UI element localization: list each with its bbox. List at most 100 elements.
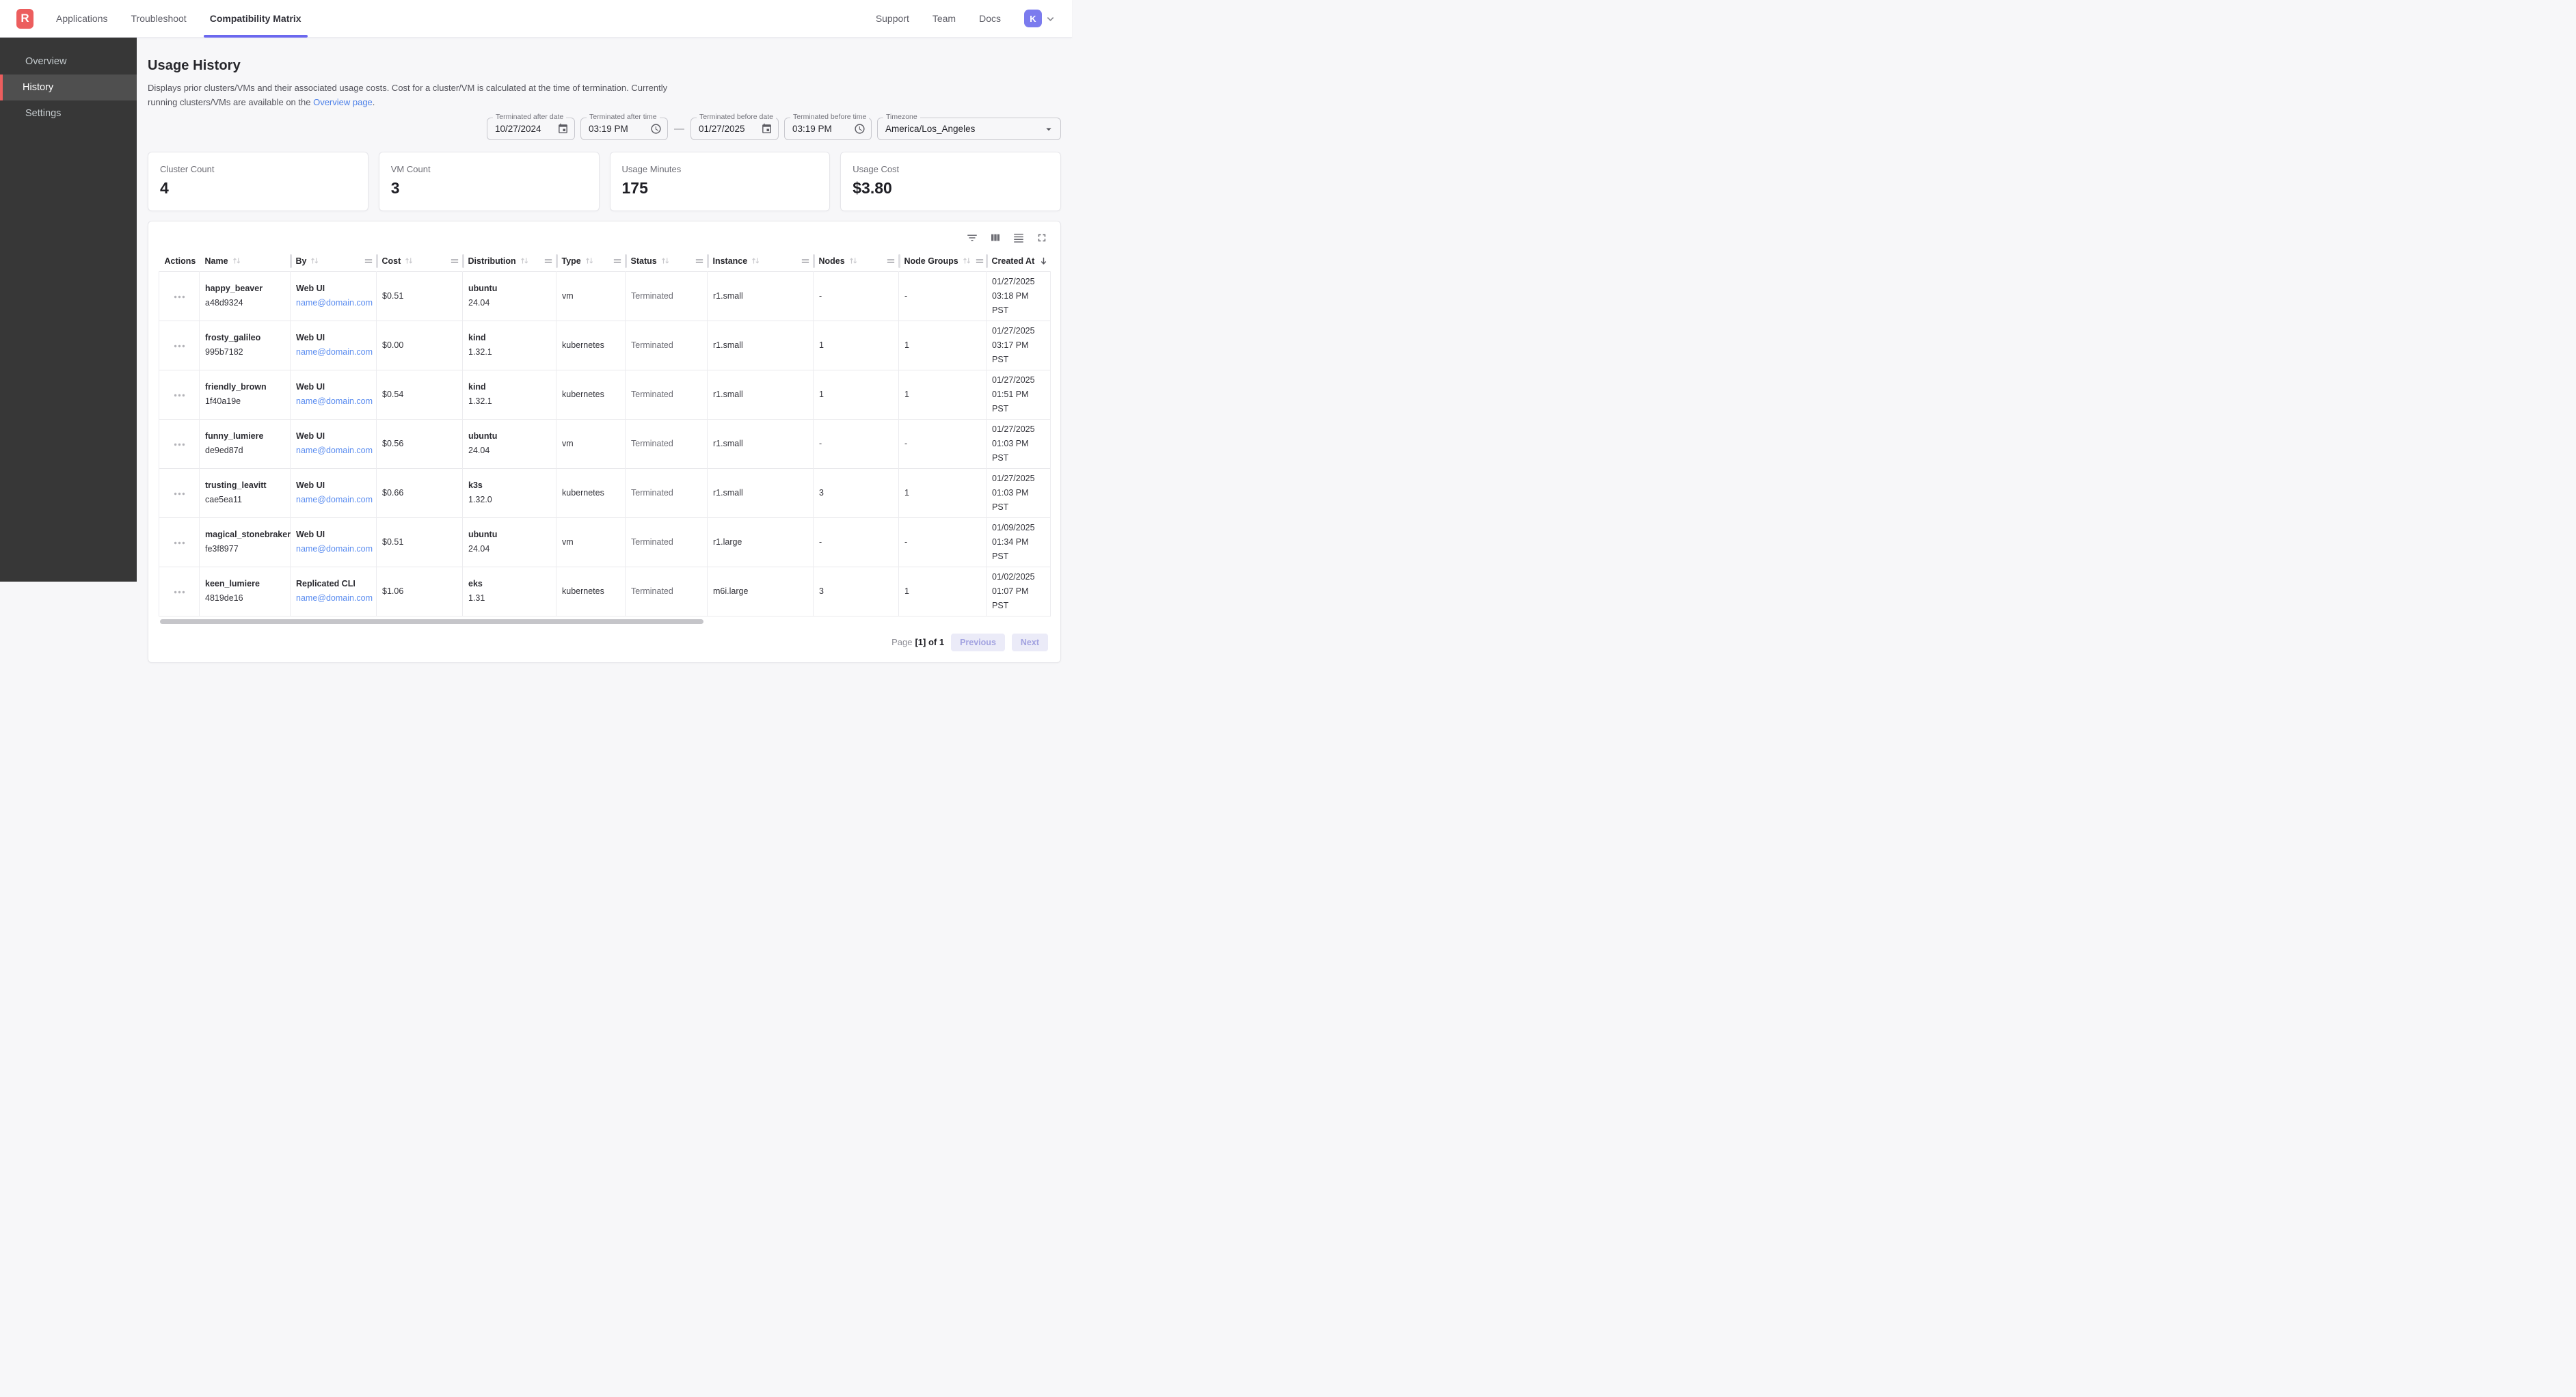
fullscreen-icon[interactable]: [1036, 232, 1048, 244]
usage-table-card: ActionsNameByCostDistributionTypeStatusI…: [148, 221, 1061, 663]
replicated-logo[interactable]: R: [16, 9, 33, 29]
scrollbar-thumb[interactable]: [160, 619, 703, 624]
nav-item-team[interactable]: Team: [933, 13, 956, 24]
cell-actions[interactable]: [159, 468, 200, 517]
created-by-email-link[interactable]: name@domain.com: [296, 345, 371, 360]
calendar-icon[interactable]: [557, 123, 569, 135]
sort-arrows-icon[interactable]: [232, 256, 242, 265]
column-menu-icon[interactable]: [887, 258, 895, 265]
sort-desc-icon[interactable]: [1039, 256, 1048, 265]
sort-arrows-icon[interactable]: [404, 256, 414, 265]
sort-arrows-icon[interactable]: [310, 256, 320, 265]
next-page-button[interactable]: Next: [1012, 634, 1048, 651]
column-menu-icon[interactable]: [695, 258, 703, 265]
calendar-icon[interactable]: [761, 123, 773, 135]
column-menu-icon[interactable]: [364, 258, 373, 265]
terminated-before-date-field[interactable]: Terminated before date 01/27/2025: [690, 118, 779, 140]
column-header-name[interactable]: Name: [200, 250, 291, 271]
cell-actions[interactable]: [159, 370, 200, 419]
sidebar-item-history[interactable]: History: [0, 74, 137, 100]
column-header-created-at[interactable]: Created At: [987, 250, 1051, 271]
cell-actions[interactable]: [159, 419, 200, 468]
row-actions-button[interactable]: [172, 539, 187, 547]
nav-item-applications[interactable]: Applications: [56, 0, 108, 38]
cell-nodes: 3: [814, 468, 899, 517]
terminated-after-date-field[interactable]: Terminated after date 10/27/2024: [487, 118, 575, 140]
sort-arrows-icon[interactable]: [660, 256, 671, 265]
column-header-distribution[interactable]: Distribution: [463, 250, 556, 271]
column-menu-icon[interactable]: [801, 258, 809, 265]
row-actions-button[interactable]: [172, 391, 187, 400]
column-header-cost[interactable]: Cost: [377, 250, 463, 271]
clock-icon[interactable]: [650, 123, 662, 135]
density-icon[interactable]: [1012, 232, 1025, 244]
cell-by: Replicated CLIname@domain.com: [291, 567, 377, 616]
terminated-before-time-field[interactable]: Terminated before time 03:19 PM: [784, 118, 872, 140]
column-header-nodes[interactable]: Nodes: [814, 250, 899, 271]
nav-item-troubleshoot[interactable]: Troubleshoot: [131, 0, 187, 38]
row-actions-button[interactable]: [172, 293, 187, 301]
created-by-email-link[interactable]: name@domain.com: [296, 542, 371, 556]
previous-page-button[interactable]: Previous: [951, 634, 1005, 651]
cluster-name: frosty_galileo: [205, 331, 284, 345]
column-menu-icon[interactable]: [613, 258, 621, 265]
table-row: trusting_leavittcae5ea11Web UIname@domai…: [159, 468, 1051, 517]
column-header-node-groups[interactable]: Node Groups: [899, 250, 987, 271]
terminated-before-time-value[interactable]: 03:19 PM: [792, 124, 832, 134]
nav-item-docs[interactable]: Docs: [979, 13, 1001, 24]
account-menu[interactable]: K: [1024, 10, 1056, 27]
terminated-after-date-value[interactable]: 10/27/2024: [495, 124, 541, 134]
row-actions-button[interactable]: [172, 342, 187, 351]
table-body: happy_beavera48d9324Web UIname@domain.co…: [159, 271, 1051, 616]
created-by-email-link[interactable]: name@domain.com: [296, 493, 371, 507]
timezone-value[interactable]: America/Los_Angeles: [885, 124, 975, 134]
created-by-email-link[interactable]: name@domain.com: [296, 591, 371, 606]
column-header-type[interactable]: Type: [556, 250, 626, 271]
created-by-email-link[interactable]: name@domain.com: [296, 296, 371, 310]
cell-by: Web UIname@domain.com: [291, 370, 377, 419]
avatar[interactable]: K: [1024, 10, 1042, 27]
created-at-time: 01:34 PM PST: [992, 535, 1045, 564]
row-actions-button[interactable]: [172, 588, 187, 597]
column-header-status[interactable]: Status: [626, 250, 708, 271]
sort-arrows-icon[interactable]: [962, 256, 972, 265]
created-at-time: 01:07 PM PST: [992, 584, 1045, 613]
sort-arrows-icon[interactable]: [751, 256, 761, 265]
nav-item-compatibility-matrix[interactable]: Compatibility Matrix: [210, 0, 301, 38]
sidebar-item-settings[interactable]: Settings: [0, 100, 137, 126]
dropdown-arrow-icon[interactable]: [1043, 123, 1055, 135]
row-actions-button[interactable]: [172, 440, 187, 449]
cost-value: $0.00: [382, 338, 457, 353]
terminated-after-time-field[interactable]: Terminated after time 03:19 PM: [580, 118, 668, 140]
distribution-name: ubuntu: [468, 528, 550, 542]
column-header-by[interactable]: By: [291, 250, 377, 271]
nodes-value: -: [819, 289, 893, 303]
terminated-after-time-value[interactable]: 03:19 PM: [589, 124, 628, 134]
columns-icon[interactable]: [989, 232, 1002, 244]
sort-arrows-icon[interactable]: [848, 256, 859, 265]
column-menu-icon[interactable]: [976, 258, 984, 265]
cell-actions[interactable]: [159, 271, 200, 321]
sort-arrows-icon[interactable]: [520, 256, 530, 265]
sidebar-item-overview[interactable]: Overview: [0, 49, 137, 74]
column-header-instance[interactable]: Instance: [708, 250, 814, 271]
horizontal-scrollbar[interactable]: [159, 619, 1050, 625]
created-by-email-link[interactable]: name@domain.com: [296, 394, 371, 409]
column-menu-icon[interactable]: [451, 258, 459, 265]
nav-item-support[interactable]: Support: [876, 13, 909, 24]
row-actions-button[interactable]: [172, 489, 187, 498]
type-value: kubernetes: [562, 388, 619, 402]
cluster-id: fe3f8977: [205, 542, 284, 556]
filter-icon[interactable]: [966, 232, 978, 244]
overview-page-link[interactable]: Overview page: [313, 97, 373, 107]
clock-icon[interactable]: [854, 123, 866, 135]
cell-actions[interactable]: [159, 517, 200, 567]
terminated-before-date-value[interactable]: 01/27/2025: [699, 124, 745, 134]
cell-actions[interactable]: [159, 567, 200, 616]
timezone-select[interactable]: Timezone America/Los_Angeles: [877, 118, 1061, 140]
cost-value: $0.51: [382, 535, 457, 550]
column-menu-icon[interactable]: [544, 258, 552, 265]
cell-actions[interactable]: [159, 321, 200, 370]
sort-arrows-icon[interactable]: [585, 256, 595, 265]
created-by-email-link[interactable]: name@domain.com: [296, 444, 371, 458]
